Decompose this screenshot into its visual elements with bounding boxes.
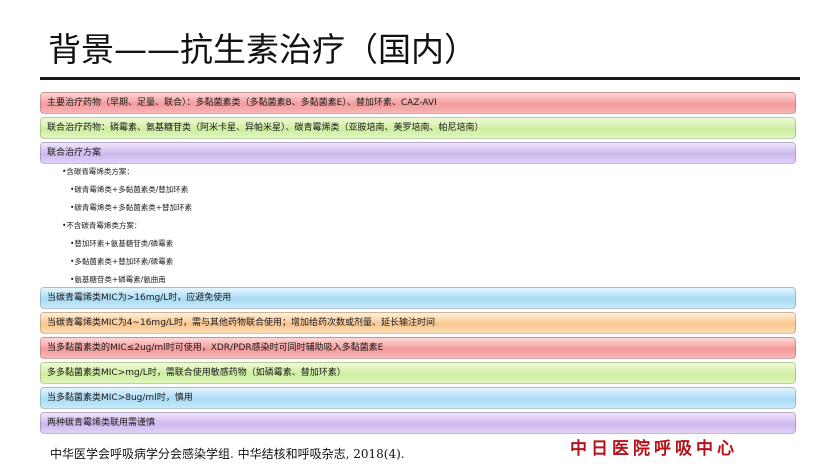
list-item: •替加环素+氨基糖苷类/磷霉素 (70, 239, 174, 248)
citation: 中华医学会呼吸病学分会感染学组. 中华结核和呼吸杂志, 2018(4). (50, 447, 405, 461)
bar-polymyxin-mid: 多多黏菌素类MIC>mg/L时，需联合使用敏感药物（如磷霉素、替加环素） (40, 362, 796, 384)
bar-polymyxin-high: 当多黏菌素类MIC>8ug/ml时，慎用 (40, 387, 796, 409)
list-item: •含碳青霉烯类方案： (62, 167, 134, 176)
list-item: •碳青霉烯类+多黏菌素类+替加环素 (70, 203, 192, 212)
title-underline (40, 77, 800, 80)
slide: 背景——抗生素治疗（国内） 主要治疗药物（早期、足量、联合）：多黏菌素类（多黏菌… (0, 0, 838, 474)
bar-combo-plan: 联合治疗方案 (40, 142, 796, 164)
bar-carbapenem-high: 当碳青霉烯类MIC为>16mg/L时，应避免使用 (40, 287, 796, 309)
bar-carbapenem-mid: 当碳青霉烯类MIC为4~16mg/L时，需与其他药物联合使用；增加给药次数或剂量… (40, 312, 796, 334)
slide-title: 背景——抗生素治疗（国内） (48, 30, 477, 69)
bar-two-carbapenems: 两种碳青霉烯类联用需谨慎 (40, 412, 796, 434)
bar-polymyxin-low: 当多黏菌素类的MIC≤2ug/ml时可使用，XDR/PDR感染时可同时辅助吸入多… (40, 337, 796, 359)
bar-combo-drugs: 联合治疗药物：磷霉素、氨基糖苷类（阿米卡星、异帕米星）、碳青霉烯类（亚胺培南、美… (40, 117, 796, 139)
bar-main-drugs: 主要治疗药物（早期、足量、联合）：多黏菌素类（多黏菌素B、多黏菌素E）、替加环素… (40, 92, 796, 114)
list-item: •碳青霉烯类+多黏菌素类/替加环素 (70, 185, 189, 194)
list-item: •多黏菌素类+替加环素/磷霉素 (70, 257, 174, 266)
list-item: •不含碳青霉烯类方案： (62, 221, 142, 230)
list-item: •氨基糖苷类+磷霉素/氨曲南 (70, 275, 166, 284)
hospital-logo: 中日医院呼吸中心 (570, 439, 738, 459)
